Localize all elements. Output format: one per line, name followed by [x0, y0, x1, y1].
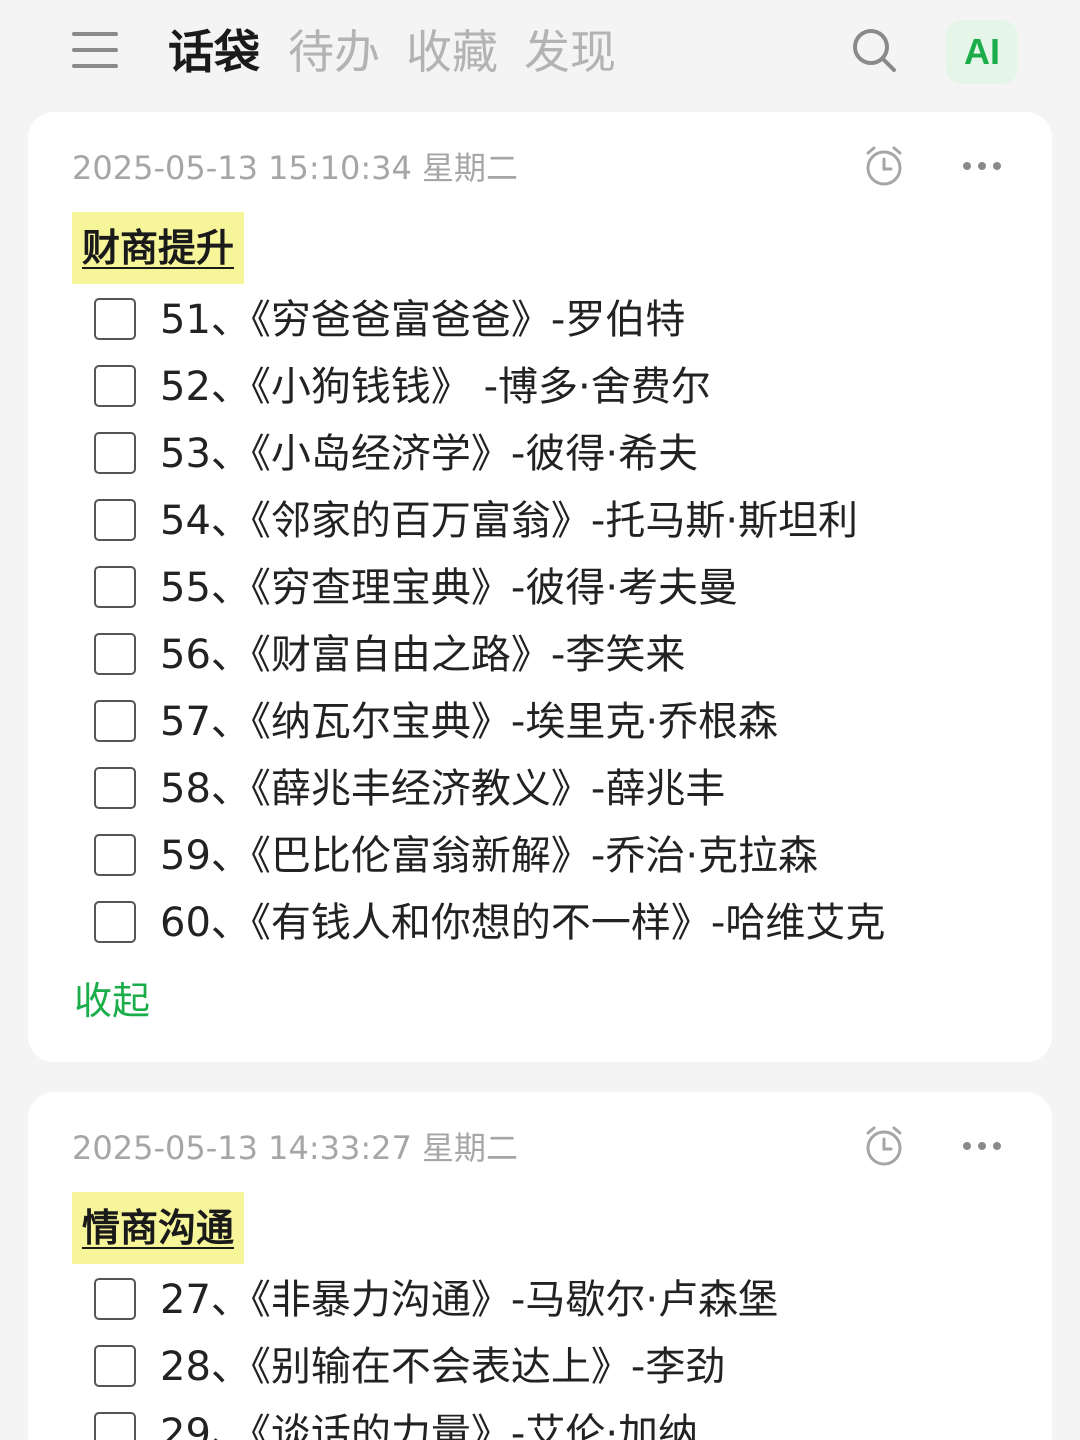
- todo-item: 58、《薛兆丰经济教义》-薛兆丰: [92, 759, 1032, 819]
- todo-checkbox[interactable]: [94, 499, 136, 541]
- todo-item-text: 52、《小狗钱钱》 -博多·舍费尔: [160, 364, 711, 410]
- todo-checkbox[interactable]: [94, 1278, 136, 1320]
- todo-item-text: 57、《纳瓦尔宝典》-埃里克·乔根森: [160, 699, 779, 745]
- tab-favorites[interactable]: 收藏: [406, 22, 498, 82]
- todo-item-text: 27、《非暴力沟通》-马歇尔·卢森堡: [160, 1277, 779, 1323]
- more-options-icon[interactable]: [962, 156, 1002, 176]
- alarm-clock-icon[interactable]: [862, 144, 906, 188]
- top-bar: 话袋 待办 收藏 发现 AI: [0, 0, 1080, 104]
- todo-item: 29、《谈话的力量》-艾伦·加纳: [92, 1404, 1032, 1440]
- tab-huadai[interactable]: 话袋: [168, 22, 260, 82]
- todo-item-text: 54、《邻家的百万富翁》-托马斯·斯坦利: [160, 498, 859, 544]
- todo-item: 28、《别输在不会表达上》-李劲: [92, 1337, 1032, 1397]
- todo-item: 57、《纳瓦尔宝典》-埃里克·乔根森: [92, 692, 1032, 752]
- todo-item: 51、《穷爸爸富爸爸》-罗伯特: [92, 290, 1032, 350]
- search-icon[interactable]: [850, 26, 898, 74]
- todo-item-text: 55、《穷查理宝典》-彼得·考夫曼: [160, 565, 739, 611]
- todo-item: 54、《邻家的百万富翁》-托马斯·斯坦利: [92, 491, 1032, 551]
- menu-icon[interactable]: [72, 30, 118, 70]
- note-timestamp: 2025-05-13 15:10:34 星期二: [72, 149, 519, 187]
- todo-item-text: 28、《别输在不会表达上》-李劲: [160, 1344, 726, 1390]
- todo-item: 56、《财富自由之路》-李笑来: [92, 625, 1032, 685]
- todo-item: 53、《小岛经济学》-彼得·希夫: [92, 424, 1032, 484]
- alarm-clock-icon[interactable]: [862, 1124, 906, 1168]
- todo-checkbox[interactable]: [94, 566, 136, 608]
- todo-checkbox[interactable]: [94, 633, 136, 675]
- todo-item: 52、《小狗钱钱》 -博多·舍费尔: [92, 357, 1032, 417]
- todo-item-text: 59、《巴比伦富翁新解》-乔治·克拉森: [160, 833, 819, 879]
- note-card[interactable]: 2025-05-13 14:33:27 星期二 情商沟通 27、《非暴力沟通》-…: [28, 1092, 1052, 1440]
- tab-discover[interactable]: 发现: [524, 22, 616, 82]
- more-options-icon[interactable]: [962, 1136, 1002, 1156]
- note-card[interactable]: 2025-05-13 15:10:34 星期二 财商提升 51、《穷爸爸富爸爸》…: [28, 112, 1052, 1062]
- todo-item-text: 53、《小岛经济学》-彼得·希夫: [160, 431, 699, 477]
- todo-item: 27、《非暴力沟通》-马歇尔·卢森堡: [92, 1270, 1032, 1330]
- todo-item-text: 29、《谈话的力量》-艾伦·加纳: [160, 1411, 699, 1440]
- todo-checkbox[interactable]: [94, 432, 136, 474]
- note-tag[interactable]: 财商提升: [72, 212, 244, 284]
- todo-item-text: 56、《财富自由之路》-李笑来: [160, 632, 686, 678]
- todo-item-text: 60、《有钱人和你想的不一样》-哈维艾克: [160, 900, 886, 946]
- todo-checkbox[interactable]: [94, 834, 136, 876]
- todo-item-text: 51、《穷爸爸富爸爸》-罗伯特: [160, 297, 686, 343]
- tab-todo[interactable]: 待办: [288, 22, 380, 82]
- todo-checkbox[interactable]: [94, 298, 136, 340]
- todo-item: 55、《穷查理宝典》-彼得·考夫曼: [92, 558, 1032, 618]
- ai-button[interactable]: AI: [946, 20, 1018, 84]
- collapse-link[interactable]: 收起: [74, 976, 150, 1026]
- todo-checkbox[interactable]: [94, 901, 136, 943]
- todo-item: 60、《有钱人和你想的不一样》-哈维艾克: [92, 893, 1032, 953]
- note-timestamp: 2025-05-13 14:33:27 星期二: [72, 1129, 519, 1167]
- todo-item-text: 58、《薛兆丰经济教义》-薛兆丰: [160, 766, 726, 812]
- todo-checkbox[interactable]: [94, 700, 136, 742]
- todo-checkbox[interactable]: [94, 1412, 136, 1440]
- todo-item: 59、《巴比伦富翁新解》-乔治·克拉森: [92, 826, 1032, 886]
- todo-checkbox[interactable]: [94, 767, 136, 809]
- todo-checkbox[interactable]: [94, 365, 136, 407]
- note-tag[interactable]: 情商沟通: [72, 1192, 244, 1264]
- todo-checkbox[interactable]: [94, 1345, 136, 1387]
